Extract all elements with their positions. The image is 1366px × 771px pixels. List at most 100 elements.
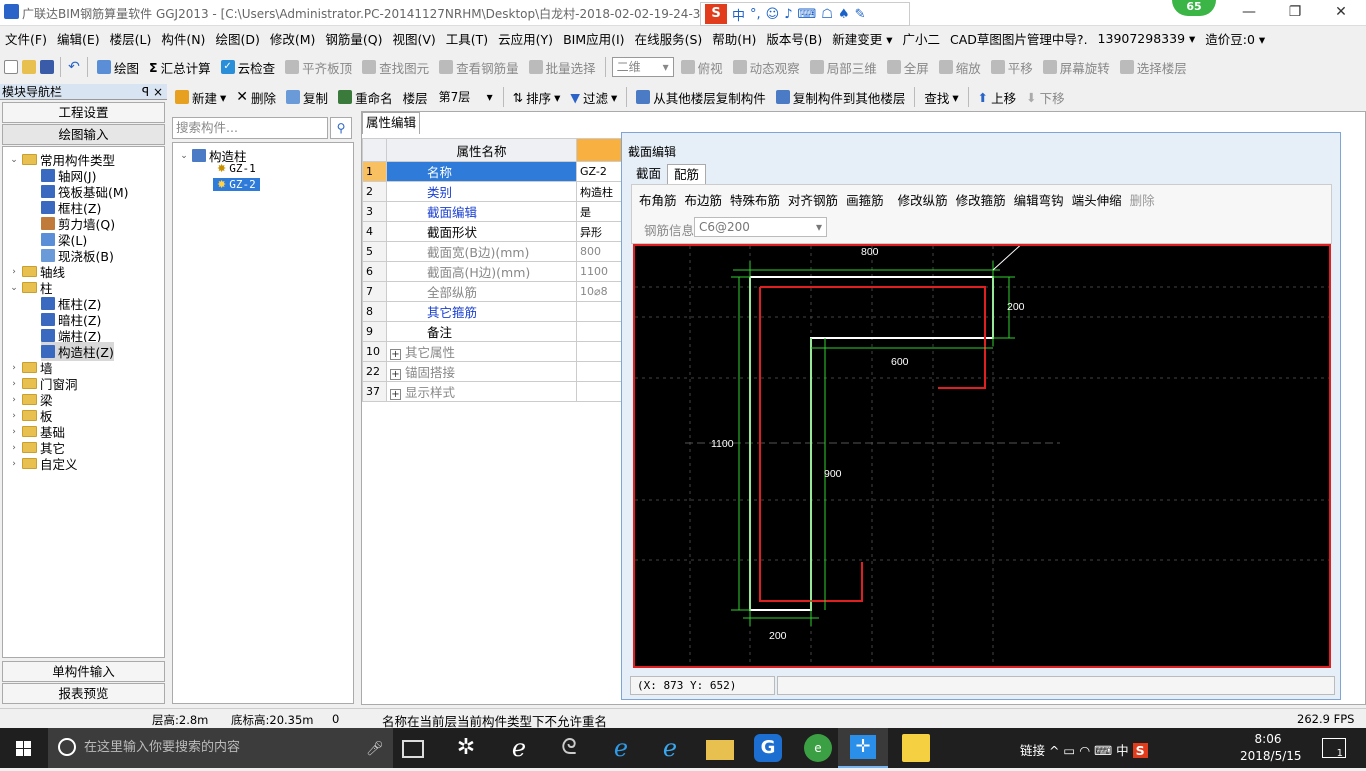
sort-button[interactable]: ⇅ 排序 ▾ xyxy=(510,88,564,107)
section-canvas[interactable]: 800 200 600 1100 900 200 xyxy=(633,244,1331,668)
rotate-button[interactable]: 屏幕旋转 xyxy=(1040,58,1113,77)
rebar-info-select[interactable]: C6@200 ▾ xyxy=(694,217,827,237)
view-rebar-button[interactable]: 查看钢筋量 xyxy=(436,58,522,77)
ime-mic-icon[interactable]: ♪ xyxy=(784,7,792,22)
menu-item[interactable]: 广小二 xyxy=(898,29,946,48)
notification-icon[interactable]: 1 xyxy=(1322,738,1346,759)
draw-button[interactable]: 绘图 xyxy=(94,58,142,77)
glodon-app-icon[interactable]: G xyxy=(754,734,782,762)
new-file-icon[interactable] xyxy=(4,60,18,74)
menu-item[interactable]: 13907298339 ▾ xyxy=(1093,31,1201,46)
cloud-check-button[interactable]: ✓ 云检查 xyxy=(218,58,279,77)
report-preview-button[interactable]: 报表预览 xyxy=(2,683,165,704)
chevron-right-icon[interactable]: › xyxy=(9,459,19,469)
spiral-app-icon[interactable]: ᘓ xyxy=(555,734,583,762)
property-row[interactable]: 8 其它箍筋 xyxy=(362,301,622,322)
menu-item[interactable]: BIM应用(I) xyxy=(558,29,630,48)
expand-plus-icon[interactable]: + xyxy=(390,389,401,400)
rebar-tool-button[interactable]: 编辑弯钩 xyxy=(1011,190,1067,209)
file-explorer-icon[interactable] xyxy=(706,740,734,760)
menu-item[interactable]: 新建变更 ▾ xyxy=(827,29,897,48)
delete-button[interactable]: ✕ 删除 xyxy=(233,88,279,107)
component-item-selected[interactable]: ✸ GZ-2 xyxy=(213,178,260,191)
local-3d-button[interactable]: 局部三维 xyxy=(807,58,880,77)
ime-emoji-icon[interactable]: ☺ xyxy=(766,7,780,22)
score-badge[interactable]: 65 xyxy=(1172,0,1216,16)
property-row[interactable]: 5 截面宽(B边)(mm) 800 xyxy=(362,241,622,262)
pinwheel-app-icon[interactable]: ✲ xyxy=(452,734,480,762)
ime-lang[interactable]: 中 xyxy=(732,5,745,24)
chevron-right-icon[interactable]: › xyxy=(9,443,19,453)
tab-section[interactable]: 截面 xyxy=(630,164,667,184)
rebar-tool-button[interactable]: 端头伸缩 xyxy=(1069,190,1125,209)
maximize-button[interactable]: ❐ xyxy=(1272,0,1318,24)
copy-from-floor-button[interactable]: 从其他楼层复制构件 xyxy=(633,88,769,107)
rebar-tool-button[interactable]: 删除 xyxy=(1127,190,1158,209)
property-value[interactable] xyxy=(576,341,622,362)
property-value[interactable]: 构造柱 xyxy=(576,181,622,202)
chevron-down-icon[interactable]: ⌄ xyxy=(9,283,19,293)
search-icon[interactable]: ⚲ xyxy=(330,117,352,139)
rebar-tool-button[interactable]: 修改箍筋 xyxy=(953,190,1009,209)
move-up-button[interactable]: ⬆ 上移 xyxy=(975,88,1020,107)
microphone-icon[interactable]: 🎤︎ xyxy=(366,741,384,757)
align-slab-button[interactable]: 平齐板顶 xyxy=(282,58,355,77)
batch-select-button[interactable]: 批量选择 xyxy=(526,58,599,77)
menu-item[interactable]: CAD草图图片管理中导?. xyxy=(945,29,1093,48)
tab-rebar[interactable]: 配筋 xyxy=(667,164,707,184)
task-view-icon[interactable] xyxy=(402,740,424,758)
property-row[interactable]: 7 全部纵筋 10⌀8 xyxy=(362,281,622,302)
ie-browser-icon[interactable]: ℯ xyxy=(505,734,533,762)
expand-plus-icon[interactable]: + xyxy=(390,349,401,360)
property-value[interactable]: 800 xyxy=(576,241,622,262)
property-value[interactable] xyxy=(576,321,622,342)
property-value[interactable]: 是 xyxy=(576,201,622,222)
pan-button[interactable]: 平移 xyxy=(988,58,1036,77)
filter-button[interactable]: ▼ 过滤 ▾ xyxy=(567,88,620,107)
floor-select[interactable]: 第7层 ▾ xyxy=(435,87,497,107)
ime-user-icon[interactable]: ☖ xyxy=(821,7,833,22)
property-row[interactable]: 9 备注 xyxy=(362,321,622,342)
rebar-tool-button[interactable]: 对齐钢筋 xyxy=(785,190,841,209)
sogou-tray-icon[interactable]: S xyxy=(1132,743,1148,758)
tab-property-edit[interactable]: 属性编辑 xyxy=(362,112,420,134)
rebar-tool-button[interactable]: 布角筋 xyxy=(636,190,680,209)
ime-toolbar[interactable]: S 中 °, ☺ ♪ ⌨ ☖ ♠ ✎ xyxy=(700,2,910,26)
close-button[interactable]: ✕ xyxy=(1318,0,1364,24)
component-item[interactable]: ✸ GZ-1 xyxy=(217,162,256,175)
menu-item[interactable]: 工具(T) xyxy=(441,29,493,48)
minimize-button[interactable]: — xyxy=(1226,0,1272,24)
ggj-taskbar-item[interactable]: ✛ xyxy=(838,728,888,768)
chevron-right-icon[interactable]: › xyxy=(9,395,19,405)
property-row[interactable]: 10 + 其它属性 xyxy=(362,341,622,362)
new-component-button[interactable]: 新建 ▾ xyxy=(172,88,229,107)
menu-item[interactable]: 云应用(Y) xyxy=(493,29,558,48)
chevron-right-icon[interactable]: › xyxy=(9,267,19,277)
copy-to-floor-button[interactable]: 复制构件到其他楼层 xyxy=(773,88,909,107)
property-row[interactable]: 37 + 显示样式 xyxy=(362,381,622,402)
drawing-input-button[interactable]: 绘图输入 xyxy=(2,124,165,145)
undo-icon[interactable]: ↶ xyxy=(67,60,81,74)
chevron-right-icon[interactable]: › xyxy=(9,427,19,437)
project-settings-button[interactable]: 工程设置 xyxy=(2,102,165,123)
menu-item[interactable]: 造价豆:0 ▾ xyxy=(1200,29,1270,48)
expand-plus-icon[interactable]: + xyxy=(390,369,401,380)
open-file-icon[interactable] xyxy=(22,60,36,74)
save-icon[interactable] xyxy=(40,60,54,74)
system-tray[interactable]: 链接 ^ ▭ ◠ ⌨ 中 S xyxy=(1020,740,1148,759)
property-row[interactable]: 22 + 锚固搭接 xyxy=(362,361,622,382)
ime-tools-icon[interactable]: ✎ xyxy=(855,7,866,22)
ime-keyboard-icon[interactable]: ⌨ xyxy=(798,7,817,22)
sum-calc-button[interactable]: Σ 汇总计算 xyxy=(146,58,214,77)
notes-app-icon[interactable] xyxy=(902,734,930,762)
menu-item[interactable]: 编辑(E) xyxy=(52,29,105,48)
view-mode-select[interactable]: 二维 ▾ xyxy=(611,57,674,77)
single-component-input-button[interactable]: 单构件输入 xyxy=(2,661,165,682)
menu-item[interactable]: 视图(V) xyxy=(387,29,440,48)
menu-item[interactable]: 构件(N) xyxy=(156,29,210,48)
menu-item[interactable]: 钢筋量(Q) xyxy=(320,29,387,48)
copy-button[interactable]: 复制 xyxy=(283,88,331,107)
menu-item[interactable]: 绘图(D) xyxy=(210,29,264,48)
select-floor-button[interactable]: 选择楼层 xyxy=(1117,58,1190,77)
taskbar-clock[interactable]: 8:06 2018/5/15 xyxy=(1240,731,1302,765)
